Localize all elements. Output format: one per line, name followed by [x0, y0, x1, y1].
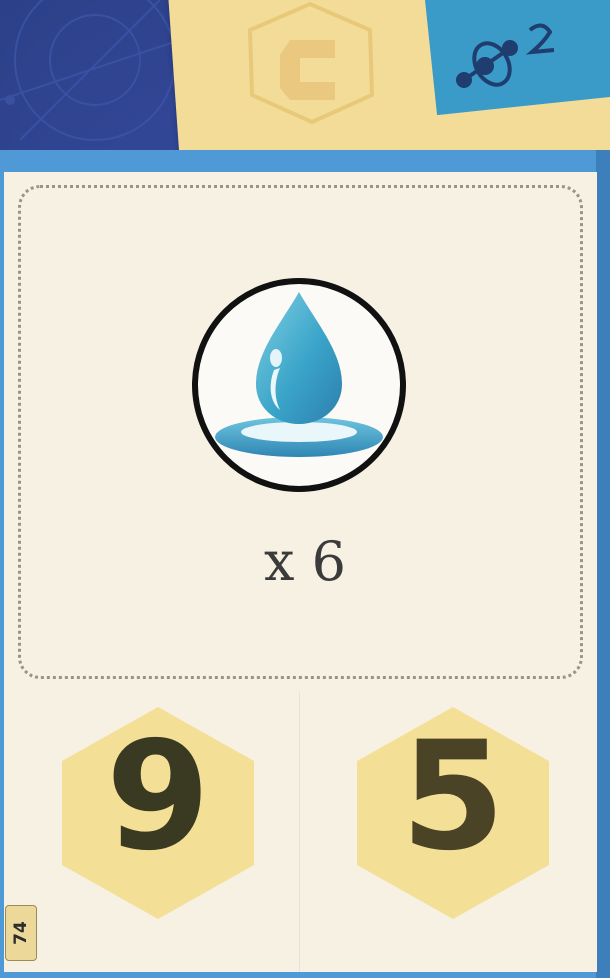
hex-value-right-digit: 5 [401, 710, 505, 884]
card-border-edge [596, 150, 610, 978]
hex-value-left: 9 [62, 707, 254, 919]
hex-value-right: 5 [357, 707, 549, 919]
card-number-tab: 74 [5, 905, 37, 961]
card-number: 74 [11, 921, 31, 945]
water-drop-icon [192, 278, 406, 492]
hex-value-left-digit: 9 [106, 710, 210, 884]
card-fold-line [299, 692, 300, 972]
resource-multiplier: x 6 [264, 530, 346, 593]
